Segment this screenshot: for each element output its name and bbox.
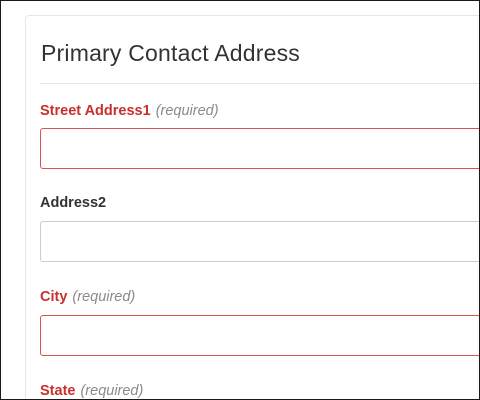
primary-contact-address-panel: Primary Contact Address Street Address1(… [25, 15, 479, 399]
city-input[interactable] [40, 315, 479, 356]
address2-input[interactable] [40, 221, 479, 262]
city-label: City (required) [40, 289, 135, 305]
title-divider [40, 83, 479, 84]
screenshot-frame: Primary Contact Address Street Address1(… [0, 0, 480, 400]
state-label: State (required) [40, 383, 143, 399]
city-label-text: City [40, 289, 68, 305]
address2-label-text: Address2 [40, 195, 107, 211]
street-address1-input[interactable] [40, 128, 479, 169]
required-note: (required) [80, 383, 144, 399]
address2-label: Address2 [40, 195, 106, 211]
required-note: (required) [72, 289, 136, 305]
state-label-text: State [40, 383, 76, 399]
street-address1-label-text: Street Address1 [40, 103, 151, 119]
required-note: (required) [155, 103, 219, 119]
street-address1-label: Street Address1 (required) [40, 103, 219, 119]
panel-title: Primary Contact Address [41, 40, 300, 66]
